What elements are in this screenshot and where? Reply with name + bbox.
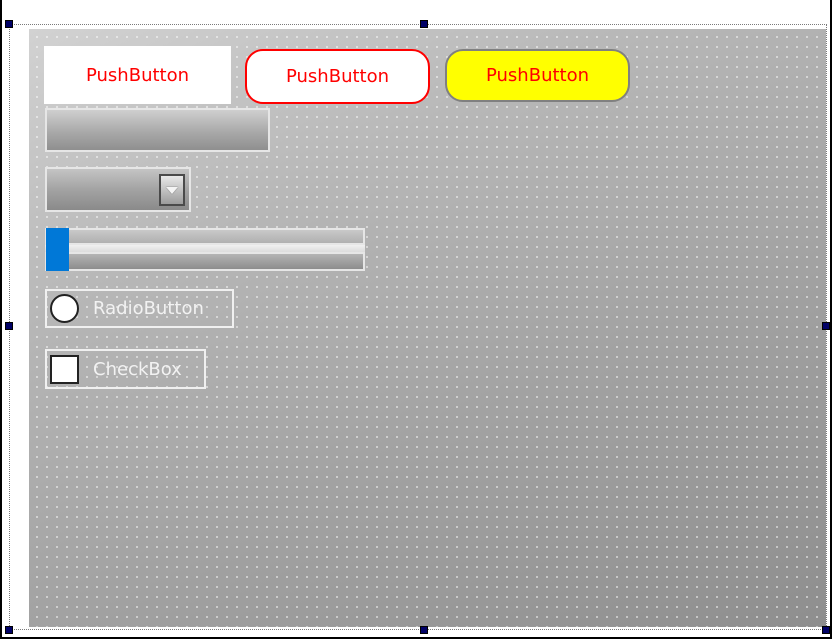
check-box-label: CheckBox — [93, 358, 182, 380]
resize-handle-right[interactable] — [822, 322, 830, 330]
chevron-down-icon — [166, 186, 178, 194]
push-button-rounded[interactable]: PushButton — [245, 49, 430, 104]
checkbox-indicator-icon[interactable] — [50, 354, 79, 384]
resize-handle-top-left[interactable] — [5, 20, 13, 28]
resize-handle-left[interactable] — [5, 322, 13, 330]
resize-handle-bottom[interactable] — [420, 626, 428, 634]
radio-indicator-icon[interactable] — [50, 294, 79, 323]
radio-button[interactable]: RadioButton — [45, 289, 234, 328]
combo-dropdown-button[interactable] — [159, 174, 185, 206]
check-box[interactable]: CheckBox — [45, 349, 206, 389]
resize-handle-top[interactable] — [420, 20, 428, 28]
resize-handle-bottom-right[interactable] — [822, 626, 830, 634]
radio-button-label: RadioButton — [93, 298, 204, 319]
resize-handle-bottom-left[interactable] — [5, 626, 13, 634]
slider-track-bottom — [45, 252, 365, 271]
horizontal-slider[interactable] — [45, 228, 365, 271]
slider-groove — [45, 245, 365, 252]
push-button-plain[interactable]: PushButton — [44, 46, 231, 104]
combo-box[interactable] — [45, 167, 191, 212]
slider-track-top — [45, 228, 365, 245]
push-button-yellow[interactable]: PushButton — [445, 49, 630, 102]
slider-handle[interactable] — [46, 228, 69, 271]
progress-bar — [45, 108, 270, 152]
